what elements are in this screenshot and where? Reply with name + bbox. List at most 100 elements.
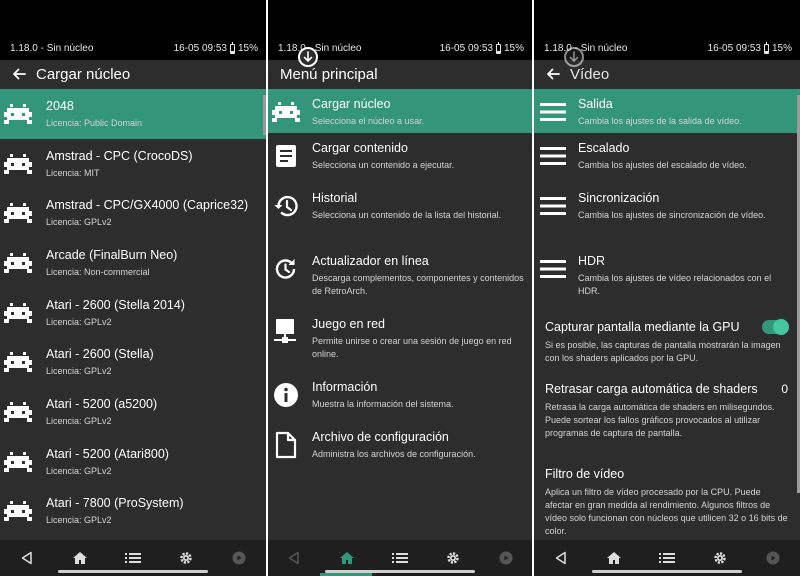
setting-gpu-screenshot[interactable]: Capturar pantalla mediante la GPU Si es … [534,309,800,373]
back-arrow-icon[interactable] [543,64,563,84]
menu-item-desc: Permite unirse o crear una sesión de jue… [312,336,512,359]
battery-icon [763,41,769,54]
menu-item-desc: Selecciona un contenido a ejecutar. [312,160,455,170]
file-icon [270,430,302,460]
setting-title: Capturar pantalla mediante la GPU [545,320,740,334]
core-name: Amstrad - CPC/GX4000 (Caprice32) [46,198,249,213]
menu-item-online-updater[interactable]: Actualizador en línea Descarga complement… [268,246,532,309]
core-name: Atari - 5200 (a5200) [46,396,158,411]
list-item[interactable]: Arcade (FinalBurn Neo) Licencia: Non-comm… [0,238,266,288]
nav-home-icon[interactable] [333,544,361,572]
menu-item-information[interactable]: Información Muestra la información del si… [268,372,532,422]
nav-play-icon[interactable] [225,544,253,572]
nav-settings-gear-icon[interactable] [439,544,467,572]
submenu-title: Escalado [578,141,630,155]
core-name: 2048 [46,98,74,113]
menu-item-title: Historial [312,191,358,205]
document-lines-icon [270,141,302,171]
menu-item-desc: Descarga complementos, componentes y con… [312,273,524,296]
main-menu-list: Cargar núcleo Selecciona el núcleo a usar… [268,89,532,472]
nav-settings-gear-icon[interactable] [706,544,734,572]
list-item[interactable]: Atari - 5200 (Atari800) Licencia: GPLv2 [0,437,266,487]
status-datetime: 16-05 09:53 [439,43,493,54]
status-right: 16-05 09:53 15% [173,41,258,54]
nav-back-triangle-icon[interactable] [547,544,575,572]
battery-icon [495,41,501,54]
menu-item-config-file[interactable]: Archivo de configuración Administra los a… [268,422,532,472]
setting-video-filter[interactable]: Filtro de vídeo Aplica un filtro de víde… [534,462,800,542]
list-item[interactable]: Amstrad - CPC (CrocoDS) Licencia: MIT [0,139,266,189]
home-indicator [58,570,208,573]
update-icon [270,254,302,284]
list-item[interactable]: 2048 Licencia: Public Domain [0,89,266,139]
page-title: Menú principal [280,65,378,83]
submenu-hdr[interactable]: HDR Cambia los ajustes de vídeo relaciona… [534,246,800,309]
nav-list-icon[interactable] [386,544,414,572]
hamburger-menu-icon [536,191,570,221]
setting-title: Filtro de vídeo [545,467,625,481]
hamburger-menu-icon [536,141,570,171]
download-arrow-icon[interactable] [298,47,318,67]
submenu-title: Salida [578,97,613,111]
nav-list-icon[interactable] [653,544,681,572]
status-datetime: 16-05 09:53 [173,43,227,54]
invader-icon [3,101,33,127]
list-item[interactable]: Amstrad - CPC/GX4000 (Caprice32) Licencia… [0,188,266,238]
nav-home-icon[interactable] [600,544,628,572]
bottom-nav [534,540,800,576]
menu-item-load-core[interactable]: Cargar núcleo Selecciona el núcleo a usar… [268,89,532,133]
invader-icon [3,349,33,375]
back-arrow-icon[interactable] [9,64,29,84]
list-item[interactable]: Atari - 7800 (ProSystem) Licencia: GPLv2 [0,487,266,537]
list-item[interactable]: Atari - 2600 (Stella) Licencia: GPLv2 [0,337,266,387]
submenu-title: HDR [578,254,606,268]
bottom-nav [0,540,266,576]
core-license: Licencia: GPLv2 [46,217,112,228]
menu-item-history[interactable]: Historial Selecciona un contenido de la l… [268,183,532,246]
setting-desc: Retrasa la carga automática de shaders e… [545,402,775,438]
menu-item-desc: Muestra la información del sistema. [312,399,454,409]
menu-item-netplay[interactable]: Juego en red Permite unirse o crear una s… [268,309,532,372]
network-icon [270,317,302,347]
list-item[interactable]: Atari - 5200 (a5200) Licencia: GPLv2 [0,387,266,437]
core-list: 2048 Licencia: Public Domain Amstrad - CP… [0,89,266,536]
nav-back-triangle-icon[interactable] [13,544,41,572]
menu-item-desc: Selecciona el núcleo a usar. [312,116,425,126]
menu-item-title: Información [312,380,378,394]
bottom-nav [268,540,532,576]
submenu-scaling[interactable]: Escalado Cambia los ajustes del escalado … [534,133,800,183]
app-bar: Cargar núcleo [0,60,266,88]
status-battery: 15% [771,43,792,54]
list-item[interactable]: Atari - 2600 (Stella 2014) Licencia: GPLv… [0,288,266,338]
status-version: 1.18.0 - Sin núcleo [10,43,94,54]
gpu-screenshot-toggle[interactable] [762,319,789,335]
page-title: Cargar núcleo [36,65,131,83]
invader-icon [3,151,33,177]
invader-icon [3,498,33,524]
nav-list-icon[interactable] [119,544,147,572]
history-icon [270,191,302,221]
status-battery: 15% [503,43,524,54]
submenu-output[interactable]: Salida Cambia los ajustes de la salida de… [534,89,800,133]
core-license: Licencia: GPLv2 [46,366,112,377]
nav-play-icon[interactable] [759,544,787,572]
menu-item-title: Actualizador en línea [312,254,429,268]
setting-shader-delay[interactable]: Retrasar carga automática de shaders 0 R… [534,373,800,462]
panel-load-core: 1.18.0 - Sin núcleo 16-05 09:53 15% Carg… [0,0,266,576]
core-license: Licencia: Non-commercial [46,266,150,277]
status-version: 1.18.0 - Sin núcleo [544,43,628,54]
core-license: Licencia: GPLv2 [46,515,112,526]
nav-play-icon[interactable] [492,544,520,572]
submenu-desc: Cambia los ajustes de sincronización de … [578,210,766,220]
scrollbar[interactable] [263,95,266,135]
home-indicator [592,570,742,573]
download-arrow-icon[interactable] [564,47,584,67]
core-license: Licencia: GPLv2 [46,415,112,426]
invader-icon [270,97,302,127]
submenu-sync[interactable]: Sincronización Cambia los ajustes de sinc… [534,183,800,246]
nav-settings-gear-icon[interactable] [172,544,200,572]
nav-home-icon[interactable] [66,544,94,572]
nav-back-triangle-icon[interactable] [280,544,308,572]
hamburger-menu-icon [536,97,570,127]
menu-item-load-content[interactable]: Cargar contenido Selecciona un contenido … [268,133,532,183]
